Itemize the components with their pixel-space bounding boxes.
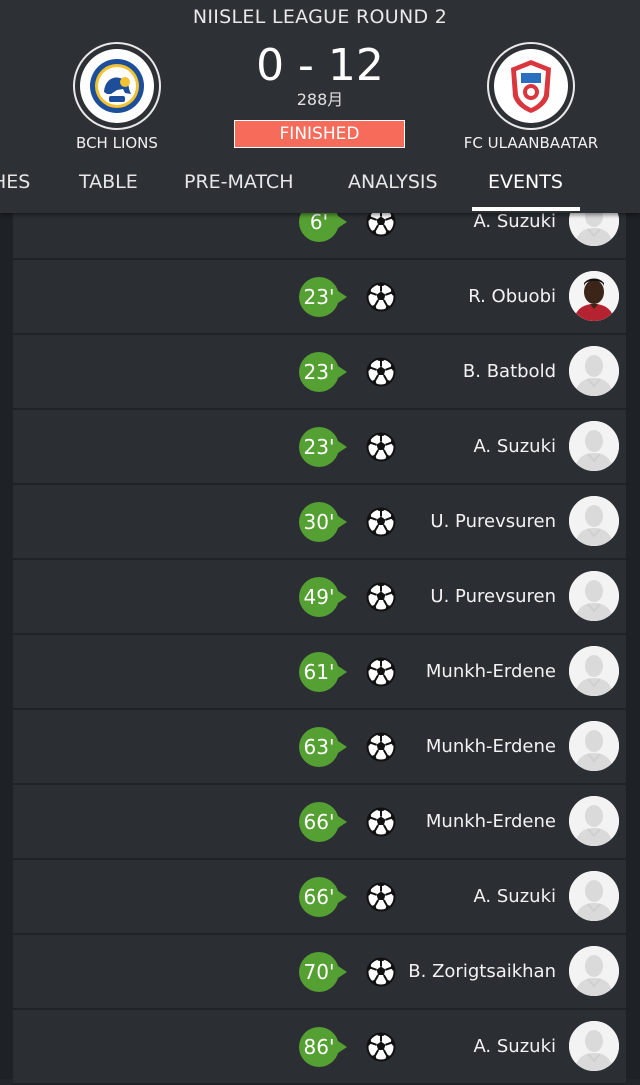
event-player-name[interactable]: Munkh-Erdene — [356, 785, 556, 858]
match-status-badge: FINISHED — [234, 120, 405, 148]
ulaanbaatar-crest-icon — [494, 49, 568, 123]
event-minute-badge: 23' — [299, 277, 347, 317]
event-minute-badge: 66' — [299, 802, 347, 842]
player-placeholder-avatar-icon[interactable] — [569, 721, 619, 771]
event-player-name[interactable]: B. Batbold — [356, 335, 556, 408]
match-header: NIISLEL LEAGUE ROUND 2 BCH LIONS 0 - 12 … — [0, 0, 640, 213]
away-team-name[interactable]: FC ULAANBAATAR — [431, 134, 631, 152]
event-minute-badge: 30' — [299, 502, 347, 542]
event-player-name[interactable]: B. Zorigtsaikhan — [356, 935, 556, 1008]
event-row[interactable]: 23' B. Batbold — [13, 335, 626, 410]
event-row[interactable]: 49' U. Purevsuren — [13, 560, 626, 635]
round-title: NIISLEL LEAGUE ROUND 2 — [192, 6, 448, 28]
event-player-name[interactable]: U. Purevsuren — [356, 485, 556, 558]
player-placeholder-avatar-icon[interactable] — [569, 646, 619, 696]
event-player-name[interactable]: Munkh-Erdene — [356, 635, 556, 708]
event-minute-badge: 86' — [299, 1027, 347, 1067]
event-row[interactable]: 66' A. Suzuki — [13, 860, 626, 935]
events-list[interactable]: 6' A. Suzuki 23' R. Obuobi 23' B. Batbold 23' A… — [13, 185, 626, 1085]
player-placeholder-avatar-icon[interactable] — [569, 1021, 619, 1071]
tab-matches[interactable]: HES — [0, 168, 30, 213]
away-team-crest[interactable] — [487, 42, 575, 130]
player-placeholder-avatar-icon[interactable] — [569, 421, 619, 471]
player-placeholder-avatar-icon[interactable] — [569, 871, 619, 921]
tab-table[interactable]: TABLE — [79, 168, 138, 213]
event-minute-badge: 61' — [299, 652, 347, 692]
event-player-name[interactable]: R. Obuobi — [356, 260, 556, 333]
event-row[interactable]: 23' R. Obuobi — [13, 260, 626, 335]
player-placeholder-avatar-icon[interactable] — [569, 571, 619, 621]
right-gutter — [626, 213, 640, 1079]
event-player-name[interactable]: Munkh-Erdene — [356, 710, 556, 783]
event-row[interactable]: 63' Munkh-Erdene — [13, 710, 626, 785]
active-tab-indicator — [472, 207, 580, 211]
event-minute-badge: 49' — [299, 577, 347, 617]
event-row[interactable]: 86' A. Suzuki — [13, 1010, 626, 1085]
event-minute-badge: 70' — [299, 952, 347, 992]
event-player-name[interactable]: U. Purevsuren — [356, 560, 556, 633]
player-photo-avatar[interactable] — [569, 271, 619, 321]
event-minute-badge: 63' — [299, 727, 347, 767]
tab-analysis[interactable]: ANALYSIS — [348, 168, 438, 213]
event-row[interactable]: 66' Munkh-Erdene — [13, 785, 626, 860]
tab-pre-match[interactable]: PRE-MATCH — [184, 168, 293, 213]
player-placeholder-avatar-icon[interactable] — [569, 496, 619, 546]
event-row[interactable]: 70' B. Zorigtsaikhan — [13, 935, 626, 1010]
event-player-name[interactable]: A. Suzuki — [356, 410, 556, 483]
event-row[interactable]: 23' A. Suzuki — [13, 410, 626, 485]
player-placeholder-avatar-icon[interactable] — [569, 346, 619, 396]
player-placeholder-avatar-icon[interactable] — [569, 946, 619, 996]
event-row[interactable]: 30' U. Purevsuren — [13, 485, 626, 560]
event-minute-badge: 66' — [299, 877, 347, 917]
event-row[interactable]: 61' Munkh-Erdene — [13, 635, 626, 710]
event-player-name[interactable]: A. Suzuki — [356, 860, 556, 933]
home-team-name[interactable]: BCH LIONS — [17, 134, 217, 152]
event-player-name[interactable]: A. Suzuki — [356, 1010, 556, 1083]
player-placeholder-avatar-icon[interactable] — [569, 796, 619, 846]
tab-bar: HES TABLE PRE-MATCH ANALYSIS EVENTS — [0, 168, 640, 213]
event-minute-badge: 23' — [299, 352, 347, 392]
left-gutter — [0, 213, 13, 1079]
event-minute-badge: 23' — [299, 427, 347, 467]
